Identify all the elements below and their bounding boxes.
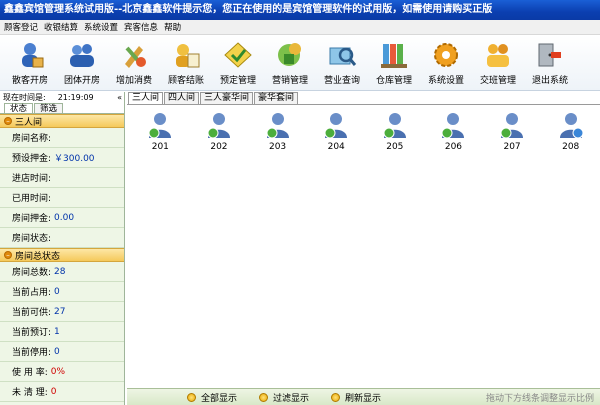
resize-hint: 拖动下方线条调整显示比例 [485, 393, 594, 404]
room-available-icon [266, 113, 289, 139]
current-time-value: 21:19:09 [57, 93, 94, 102]
guest-checkin-icon [15, 40, 45, 70]
bottom-bar: 全部显示 过滤显示 刷新显示 拖动下方线条调整显示比例 [127, 388, 600, 405]
room-view: 三人间 四人间 三人豪华间 豪华套间 201 202 203 204 205 2… [127, 92, 600, 405]
window-title: 鑫鑫宾馆管理系统试用版--北京鑫鑫软件提示您，您正在使用的是宾馆管理软件的试用版… [4, 4, 493, 15]
toolbar: 散客开房 团体开房 增加消费 顾客结账 预定管理 营销管理 营业查询 仓库管理 … [0, 35, 600, 91]
room-available-icon [148, 113, 172, 139]
room-available-icon [383, 113, 406, 139]
field-disabled: 当前停用: 0 [0, 342, 124, 362]
window-title-bar: 鑫鑫宾馆管理系统试用版--北京鑫鑫软件提示您，您正在使用的是宾馆管理软件的试用版… [0, 0, 600, 20]
collapse-icon: – [4, 117, 12, 125]
radio-icon [259, 392, 269, 402]
marketing-icon [275, 40, 305, 70]
room-section-header[interactable]: – 三人间 [0, 114, 124, 128]
shift-button[interactable]: 交班管理 [472, 35, 524, 91]
field-checkin-time: 进店时间: [0, 168, 124, 188]
field-preset-deposit: 预设押金: ￥300.00 [0, 148, 124, 168]
add-consumption-button[interactable]: 增加消费 [108, 35, 160, 91]
exit-button[interactable]: 退出系统 [524, 35, 576, 91]
room-grid: 201 202 203 204 205 206 207 208 [127, 105, 600, 152]
room-tile[interactable]: 203 [248, 111, 307, 152]
summary-section-header[interactable]: – 房间总状态 [0, 248, 124, 262]
current-time-label: 现在时间是: [3, 93, 46, 102]
tab-deluxe-triple-room[interactable]: 三人豪华间 [200, 92, 254, 104]
menu-item-help[interactable]: 帮助 [164, 21, 181, 33]
group-checkin-icon [67, 40, 97, 70]
room-available-icon [207, 113, 230, 139]
menu-item-cashier[interactable]: 收银结算 [44, 21, 78, 33]
field-occupied: 当前占用: 0 [0, 282, 124, 302]
room-available-icon [324, 113, 348, 139]
tab-triple-room[interactable]: 三人间 [128, 92, 164, 104]
tab-quad-room[interactable]: 四人间 [164, 92, 200, 104]
show-all-button[interactable]: 全部显示 [187, 391, 237, 404]
system-settings-button[interactable]: 系统设置 [420, 35, 472, 91]
tab-status[interactable]: 状态 [4, 103, 34, 114]
checkout-icon [171, 40, 201, 70]
business-query-icon [327, 40, 357, 70]
menu-bar: 顾客登记 收银结算 系统设置 宾客信息 帮助 [0, 20, 600, 35]
gear-icon [431, 40, 461, 70]
collapse-icon: – [4, 251, 12, 259]
room-tile[interactable]: 202 [190, 111, 249, 152]
menu-item-system-settings[interactable]: 系统设置 [84, 21, 118, 33]
field-uncleaned: 未 清 理: 0 [0, 382, 124, 402]
field-elapsed-time: 已用时间: [0, 188, 124, 208]
room-tile[interactable]: 205 [366, 111, 425, 152]
field-room-name: 房间名称: [0, 128, 124, 148]
business-query-button[interactable]: 营业查询 [316, 35, 368, 91]
warehouse-button[interactable]: 仓库管理 [368, 35, 420, 91]
tab-deluxe-suite[interactable]: 豪华套间 [254, 92, 299, 104]
exit-icon [535, 40, 565, 70]
menu-item-guest-info[interactable]: 宾客信息 [124, 21, 158, 33]
filter-display-button[interactable]: 过滤显示 [259, 391, 309, 404]
room-tile[interactable]: 206 [424, 111, 483, 152]
field-usage-rate: 使 用 率: 0% [0, 362, 124, 382]
tab-filter[interactable]: 筛选 [34, 103, 64, 114]
warehouse-icon [379, 40, 409, 70]
shift-icon [483, 40, 513, 70]
room-type-tabs: 三人间 四人间 三人豪华间 豪华套间 [127, 92, 600, 105]
marketing-button[interactable]: 营销管理 [264, 35, 316, 91]
field-room-status: 房间状态: [0, 228, 124, 248]
add-consumption-icon [119, 40, 149, 70]
room-tile[interactable]: 204 [307, 111, 366, 152]
field-available: 当前可供: 27 [0, 302, 124, 322]
radio-icon [331, 392, 341, 402]
group-checkin-button[interactable]: 团体开房 [56, 35, 108, 91]
room-section-title: 三人间 [15, 117, 43, 128]
room-tile[interactable]: 207 [483, 111, 542, 152]
room-reserved-icon [559, 113, 584, 139]
room-tile[interactable]: 201 [131, 111, 190, 152]
radio-icon [187, 392, 196, 402]
room-available-icon [500, 113, 524, 139]
field-reserved: 当前预订: 1 [0, 322, 124, 342]
reservation-icon [223, 40, 253, 70]
field-total-rooms: 房间总数: 28 [0, 262, 124, 282]
field-room-deposit: 房间押金: 0.00 [0, 208, 124, 228]
room-tile[interactable]: 208 [541, 111, 600, 152]
checkout-button[interactable]: 顾客结账 [160, 35, 212, 91]
menu-item-guest-registration[interactable]: 顾客登记 [4, 21, 38, 33]
guest-checkin-button[interactable]: 散客开房 [4, 35, 56, 91]
left-tabs: 状态 筛选 [0, 103, 124, 114]
summary-section-title: 房间总状态 [15, 251, 61, 262]
collapse-panel-button[interactable]: « [117, 93, 122, 102]
reservation-button[interactable]: 预定管理 [212, 35, 264, 91]
room-available-icon [441, 113, 465, 139]
current-time-row: 现在时间是: 21:19:09 « [0, 92, 124, 103]
refresh-display-button[interactable]: 刷新显示 [331, 391, 381, 404]
status-panel: 现在时间是: 21:19:09 « 状态 筛选 – 三人间 房间名称: 预设押金… [0, 92, 125, 405]
